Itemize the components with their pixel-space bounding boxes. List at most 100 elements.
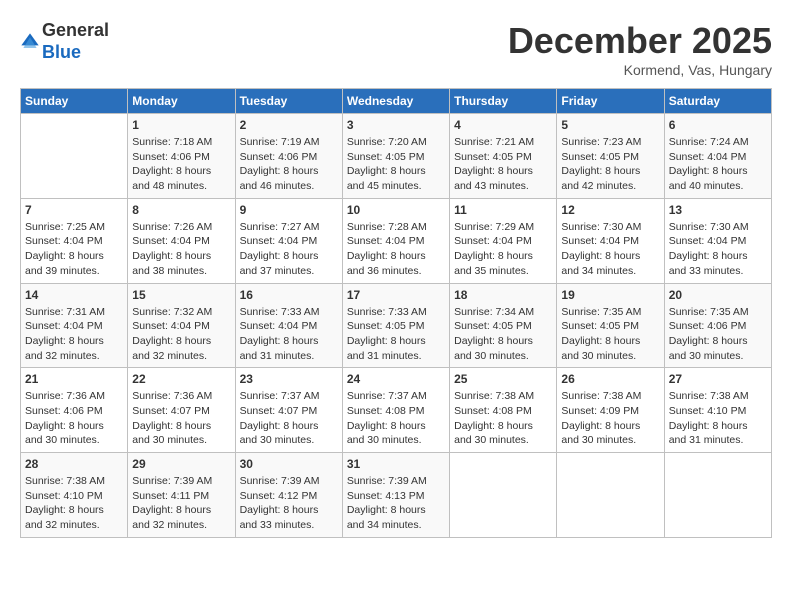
calendar-cell: 4 Sunrise: 7:21 AM Sunset: 4:05 PM Daylig…	[450, 114, 557, 199]
location-title: Kormend, Vas, Hungary	[508, 62, 772, 78]
day-info: Sunrise: 7:19 AM Sunset: 4:06 PM Dayligh…	[240, 135, 338, 194]
calendar-cell: 15 Sunrise: 7:32 AM Sunset: 4:04 PM Dayli…	[128, 283, 235, 368]
day-number: 18	[454, 288, 552, 302]
day-number: 25	[454, 372, 552, 386]
calendar-week-2: 7 Sunrise: 7:25 AM Sunset: 4:04 PM Daylig…	[21, 198, 772, 283]
calendar-cell: 5 Sunrise: 7:23 AM Sunset: 4:05 PM Daylig…	[557, 114, 664, 199]
calendar-cell: 2 Sunrise: 7:19 AM Sunset: 4:06 PM Daylig…	[235, 114, 342, 199]
calendar-cell: 30Sunrise: 7:39 AM Sunset: 4:12 PM Dayli…	[235, 453, 342, 538]
day-number: 4	[454, 118, 552, 132]
day-number: 3	[347, 118, 445, 132]
day-info: Sunrise: 7:36 AM Sunset: 4:06 PM Dayligh…	[25, 389, 123, 448]
day-info: Sunrise: 7:37 AM Sunset: 4:07 PM Dayligh…	[240, 389, 338, 448]
calendar-cell: 8 Sunrise: 7:26 AM Sunset: 4:04 PM Daylig…	[128, 198, 235, 283]
calendar-cell: 3 Sunrise: 7:20 AM Sunset: 4:05 PM Daylig…	[342, 114, 449, 199]
calendar-cell: 27Sunrise: 7:38 AM Sunset: 4:10 PM Dayli…	[664, 368, 771, 453]
weekday-header-thursday: Thursday	[450, 89, 557, 114]
calendar-cell: 24 Sunrise: 7:37 AM Sunset: 4:08 PM Dayli…	[342, 368, 449, 453]
calendar-cell: 18 Sunrise: 7:34 AM Sunset: 4:05 PM Dayli…	[450, 283, 557, 368]
calendar-cell: 19Sunrise: 7:35 AM Sunset: 4:05 PM Dayli…	[557, 283, 664, 368]
calendar-cell: 6 Sunrise: 7:24 AM Sunset: 4:04 PM Daylig…	[664, 114, 771, 199]
calendar-cell	[450, 453, 557, 538]
day-number: 22	[132, 372, 230, 386]
logo-text: General Blue	[42, 20, 109, 63]
calendar-table: SundayMondayTuesdayWednesdayThursdayFrid…	[20, 88, 772, 538]
calendar-cell: 31 Sunrise: 7:39 AM Sunset: 4:13 PM Dayli…	[342, 453, 449, 538]
day-info: Sunrise: 7:18 AM Sunset: 4:06 PM Dayligh…	[132, 135, 230, 194]
calendar-week-4: 21 Sunrise: 7:36 AM Sunset: 4:06 PM Dayli…	[21, 368, 772, 453]
day-number: 7	[25, 203, 123, 217]
day-number: 31	[347, 457, 445, 471]
calendar-cell: 26Sunrise: 7:38 AM Sunset: 4:09 PM Dayli…	[557, 368, 664, 453]
calendar-cell: 21 Sunrise: 7:36 AM Sunset: 4:06 PM Dayli…	[21, 368, 128, 453]
calendar-cell	[664, 453, 771, 538]
day-info: Sunrise: 7:34 AM Sunset: 4:05 PM Dayligh…	[454, 305, 552, 364]
calendar-cell: 14Sunrise: 7:31 AM Sunset: 4:04 PM Dayli…	[21, 283, 128, 368]
day-number: 9	[240, 203, 338, 217]
day-info: Sunrise: 7:35 AM Sunset: 4:06 PM Dayligh…	[669, 305, 767, 364]
logo-icon	[20, 32, 40, 52]
calendar-cell: 11 Sunrise: 7:29 AM Sunset: 4:04 PM Dayli…	[450, 198, 557, 283]
day-number: 30	[240, 457, 338, 471]
calendar-cell: 12 Sunrise: 7:30 AM Sunset: 4:04 PM Dayli…	[557, 198, 664, 283]
day-number: 12	[561, 203, 659, 217]
day-info: Sunrise: 7:30 AM Sunset: 4:04 PM Dayligh…	[669, 220, 767, 279]
day-info: Sunrise: 7:20 AM Sunset: 4:05 PM Dayligh…	[347, 135, 445, 194]
day-info: Sunrise: 7:38 AM Sunset: 4:10 PM Dayligh…	[25, 474, 123, 533]
day-number: 6	[669, 118, 767, 132]
day-info: Sunrise: 7:23 AM Sunset: 4:05 PM Dayligh…	[561, 135, 659, 194]
day-info: Sunrise: 7:24 AM Sunset: 4:04 PM Dayligh…	[669, 135, 767, 194]
calendar-cell: 22 Sunrise: 7:36 AM Sunset: 4:07 PM Dayli…	[128, 368, 235, 453]
day-info: Sunrise: 7:30 AM Sunset: 4:04 PM Dayligh…	[561, 220, 659, 279]
calendar-cell: 10Sunrise: 7:28 AM Sunset: 4:04 PM Dayli…	[342, 198, 449, 283]
day-info: Sunrise: 7:39 AM Sunset: 4:13 PM Dayligh…	[347, 474, 445, 533]
calendar-cell: 1 Sunrise: 7:18 AM Sunset: 4:06 PM Daylig…	[128, 114, 235, 199]
calendar-cell	[557, 453, 664, 538]
calendar-cell	[21, 114, 128, 199]
day-number: 15	[132, 288, 230, 302]
calendar-week-1: 1 Sunrise: 7:18 AM Sunset: 4:06 PM Daylig…	[21, 114, 772, 199]
weekday-header-friday: Friday	[557, 89, 664, 114]
calendar-cell: 20 Sunrise: 7:35 AM Sunset: 4:06 PM Dayli…	[664, 283, 771, 368]
day-number: 14	[25, 288, 123, 302]
title-block: December 2025 Kormend, Vas, Hungary	[508, 20, 772, 78]
day-number: 23	[240, 372, 338, 386]
day-number: 13	[669, 203, 767, 217]
calendar-cell: 28 Sunrise: 7:38 AM Sunset: 4:10 PM Dayli…	[21, 453, 128, 538]
day-info: Sunrise: 7:25 AM Sunset: 4:04 PM Dayligh…	[25, 220, 123, 279]
day-info: Sunrise: 7:32 AM Sunset: 4:04 PM Dayligh…	[132, 305, 230, 364]
day-info: Sunrise: 7:35 AM Sunset: 4:05 PM Dayligh…	[561, 305, 659, 364]
calendar-cell: 17Sunrise: 7:33 AM Sunset: 4:05 PM Dayli…	[342, 283, 449, 368]
day-info: Sunrise: 7:26 AM Sunset: 4:04 PM Dayligh…	[132, 220, 230, 279]
day-info: Sunrise: 7:21 AM Sunset: 4:05 PM Dayligh…	[454, 135, 552, 194]
page-header: General Blue December 2025 Kormend, Vas,…	[20, 20, 772, 78]
day-number: 5	[561, 118, 659, 132]
day-info: Sunrise: 7:36 AM Sunset: 4:07 PM Dayligh…	[132, 389, 230, 448]
day-number: 2	[240, 118, 338, 132]
day-number: 24	[347, 372, 445, 386]
calendar-cell: 13 Sunrise: 7:30 AM Sunset: 4:04 PM Dayli…	[664, 198, 771, 283]
weekday-header-sunday: Sunday	[21, 89, 128, 114]
day-number: 27	[669, 372, 767, 386]
calendar-cell: 9Sunrise: 7:27 AM Sunset: 4:04 PM Daylig…	[235, 198, 342, 283]
day-number: 28	[25, 457, 123, 471]
day-number: 21	[25, 372, 123, 386]
weekday-header-monday: Monday	[128, 89, 235, 114]
day-info: Sunrise: 7:28 AM Sunset: 4:04 PM Dayligh…	[347, 220, 445, 279]
weekday-header-saturday: Saturday	[664, 89, 771, 114]
day-number: 17	[347, 288, 445, 302]
day-info: Sunrise: 7:38 AM Sunset: 4:09 PM Dayligh…	[561, 389, 659, 448]
day-number: 1	[132, 118, 230, 132]
day-number: 29	[132, 457, 230, 471]
day-number: 20	[669, 288, 767, 302]
day-number: 11	[454, 203, 552, 217]
day-info: Sunrise: 7:29 AM Sunset: 4:04 PM Dayligh…	[454, 220, 552, 279]
calendar-cell: 7 Sunrise: 7:25 AM Sunset: 4:04 PM Daylig…	[21, 198, 128, 283]
day-number: 8	[132, 203, 230, 217]
day-info: Sunrise: 7:33 AM Sunset: 4:04 PM Dayligh…	[240, 305, 338, 364]
calendar-cell: 23 Sunrise: 7:37 AM Sunset: 4:07 PM Dayli…	[235, 368, 342, 453]
weekday-header-tuesday: Tuesday	[235, 89, 342, 114]
calendar-cell: 16Sunrise: 7:33 AM Sunset: 4:04 PM Dayli…	[235, 283, 342, 368]
day-info: Sunrise: 7:37 AM Sunset: 4:08 PM Dayligh…	[347, 389, 445, 448]
logo: General Blue	[20, 20, 109, 63]
